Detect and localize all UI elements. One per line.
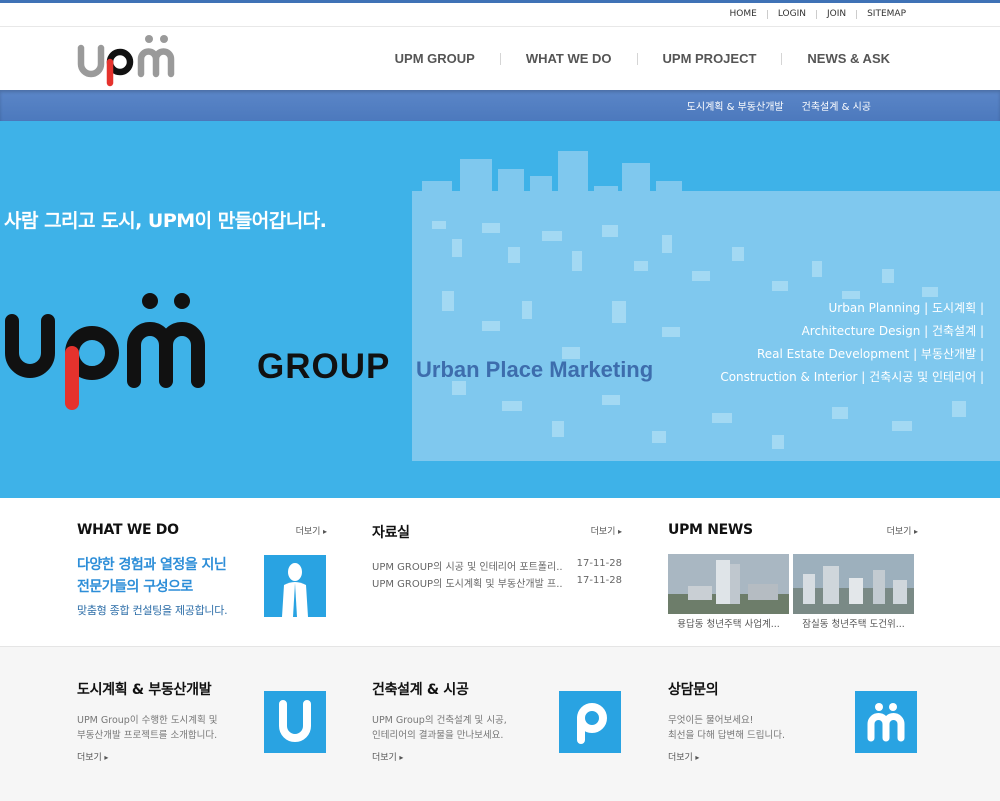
service-more-link[interactable]: 더보기 — [77, 750, 108, 763]
login-link[interactable]: LOGIN — [768, 9, 816, 19]
news-item[interactable]: 용답동 청년주택 사업계... — [668, 554, 789, 630]
info-row: WHAT WE DO 더보기 다양한 경험과 열정을 지닌 전문가들의 구성으로… — [0, 498, 1000, 646]
nav-upm-project[interactable]: UPM PROJECT — [638, 51, 782, 66]
utility-nav: HOME LOGIN JOIN SITEMAP — [720, 9, 916, 19]
service-title: 건축설계 & 시공 — [372, 682, 469, 698]
join-link[interactable]: JOIN — [817, 9, 856, 19]
service-list: Urban Planning | 도시계획 | Architecture Des… — [720, 297, 984, 389]
news-thumbnail-image — [668, 554, 789, 614]
service-item: Urban Planning | 도시계획 | — [828, 301, 985, 315]
service-panel-urban: 도시계획 & 부동산개발 UPM Group이 수행한 도시계획 및 부동산개발… — [77, 647, 327, 801]
archive-more-link[interactable]: 더보기 — [591, 524, 622, 537]
group-wordmark: GROUP — [257, 347, 391, 386]
upm-logo[interactable] — [77, 31, 185, 91]
what-we-do-panel: WHAT WE DO 더보기 다양한 경험과 열정을 지닌 전문가들의 구성으로… — [77, 498, 327, 646]
news-caption: 용답동 청년주택 사업계... — [677, 619, 780, 630]
nav-upm-group[interactable]: UPM GROUP — [370, 51, 500, 66]
service-description: UPM Group의 건축설계 및 시공, 인테리어의 결과물을 만나보세요. — [372, 715, 507, 741]
service-description: 무엇이든 물어보세요! 최선을 다해 답변해 드립니다. — [668, 715, 785, 741]
service-title: 도시계획 & 부동산개발 — [77, 682, 212, 698]
home-link[interactable]: HOME — [720, 9, 767, 19]
upm-big-logo — [0, 291, 250, 415]
list-item[interactable]: UPM GROUP의 시공 및 인테리어 포트폴리.. 17-11-28 — [372, 558, 622, 575]
letter-u-icon — [264, 691, 326, 753]
service-description: UPM Group이 수행한 도시계획 및 부동산개발 프로젝트를 소개합니다. — [77, 715, 218, 741]
news-thumbnail-image — [793, 554, 914, 614]
hero-banner: 사람 그리고 도시, UPM이 만들어갑니다. GROUP Urban Plac… — [0, 121, 1000, 498]
archive-title: 자료실 — [372, 525, 410, 541]
subnav-urban-planning[interactable]: 도시계획 & 부동산개발 — [687, 98, 784, 113]
news-more-link[interactable]: 더보기 — [887, 524, 918, 537]
news-title: UPM NEWS — [668, 522, 753, 538]
service-more-link[interactable]: 더보기 — [372, 750, 403, 763]
news-caption: 잠실동 청년주택 도건위... — [802, 619, 905, 630]
services-row: 도시계획 & 부동산개발 UPM Group이 수행한 도시계획 및 부동산개발… — [0, 646, 1000, 801]
archive-list: UPM GROUP의 시공 및 인테리어 포트폴리.. 17-11-28 UPM… — [372, 558, 622, 592]
subnav-architecture[interactable]: 건축설계 & 시공 — [802, 98, 871, 113]
letter-m-icon — [855, 691, 917, 753]
news-thumbnails: 용답동 청년주택 사업계... 잠실동 청년주택 도건위... — [668, 554, 914, 630]
what-we-do-lead: 다양한 경험과 열정을 지닌 전문가들의 구성으로 — [77, 557, 227, 595]
top-accent-line — [0, 0, 1000, 3]
what-we-do-subtext: 맞춤형 종합 컨설팅을 제공합니다. — [77, 604, 228, 617]
service-title: 상담문의 — [668, 682, 719, 698]
service-item: Architecture Design | 건축설계 | — [801, 324, 984, 338]
person-image — [264, 555, 326, 617]
what-we-do-more-link[interactable]: 더보기 — [296, 524, 327, 537]
news-item[interactable]: 잠실동 청년주택 도건위... — [793, 554, 914, 630]
what-we-do-title: WHAT WE DO — [77, 522, 179, 538]
sitemap-link[interactable]: SITEMAP — [857, 9, 916, 19]
nav-what-we-do[interactable]: WHAT WE DO — [501, 51, 637, 66]
service-panel-consult: 상담문의 무엇이든 물어보세요! 최선을 다해 답변해 드립니다. 더보기 — [668, 647, 918, 801]
service-item: Real Estate Development | 부동산개발 | — [757, 347, 984, 361]
hero-slogan: 사람 그리고 도시, UPM이 만들어갑니다. — [4, 210, 327, 232]
list-item[interactable]: UPM GROUP의 도시계획 및 부동산개발 프.. 17-11-28 — [372, 575, 622, 592]
sub-nav-bar: 도시계획 & 부동산개발 건축설계 & 시공 — [0, 90, 1000, 121]
letter-p-icon — [559, 691, 621, 753]
service-more-link[interactable]: 더보기 — [668, 750, 699, 763]
archive-panel: 자료실 더보기 UPM GROUP의 시공 및 인테리어 포트폴리.. 17-1… — [372, 498, 622, 646]
service-panel-architecture: 건축설계 & 시공 UPM Group의 건축설계 및 시공, 인테리어의 결과… — [372, 647, 622, 801]
nav-news-ask[interactable]: NEWS & ASK — [782, 51, 890, 66]
service-item: Construction & Interior | 건축시공 및 인테리어 | — [720, 370, 984, 384]
header: UPM GROUP WHAT WE DO UPM PROJECT NEWS & … — [0, 26, 1000, 90]
hero-tagline: Urban Place Marketing — [416, 357, 654, 382]
news-panel: UPM NEWS 더보기 용답동 청년주택 사업계... — [668, 498, 918, 646]
main-nav: UPM GROUP WHAT WE DO UPM PROJECT NEWS & … — [370, 51, 890, 66]
